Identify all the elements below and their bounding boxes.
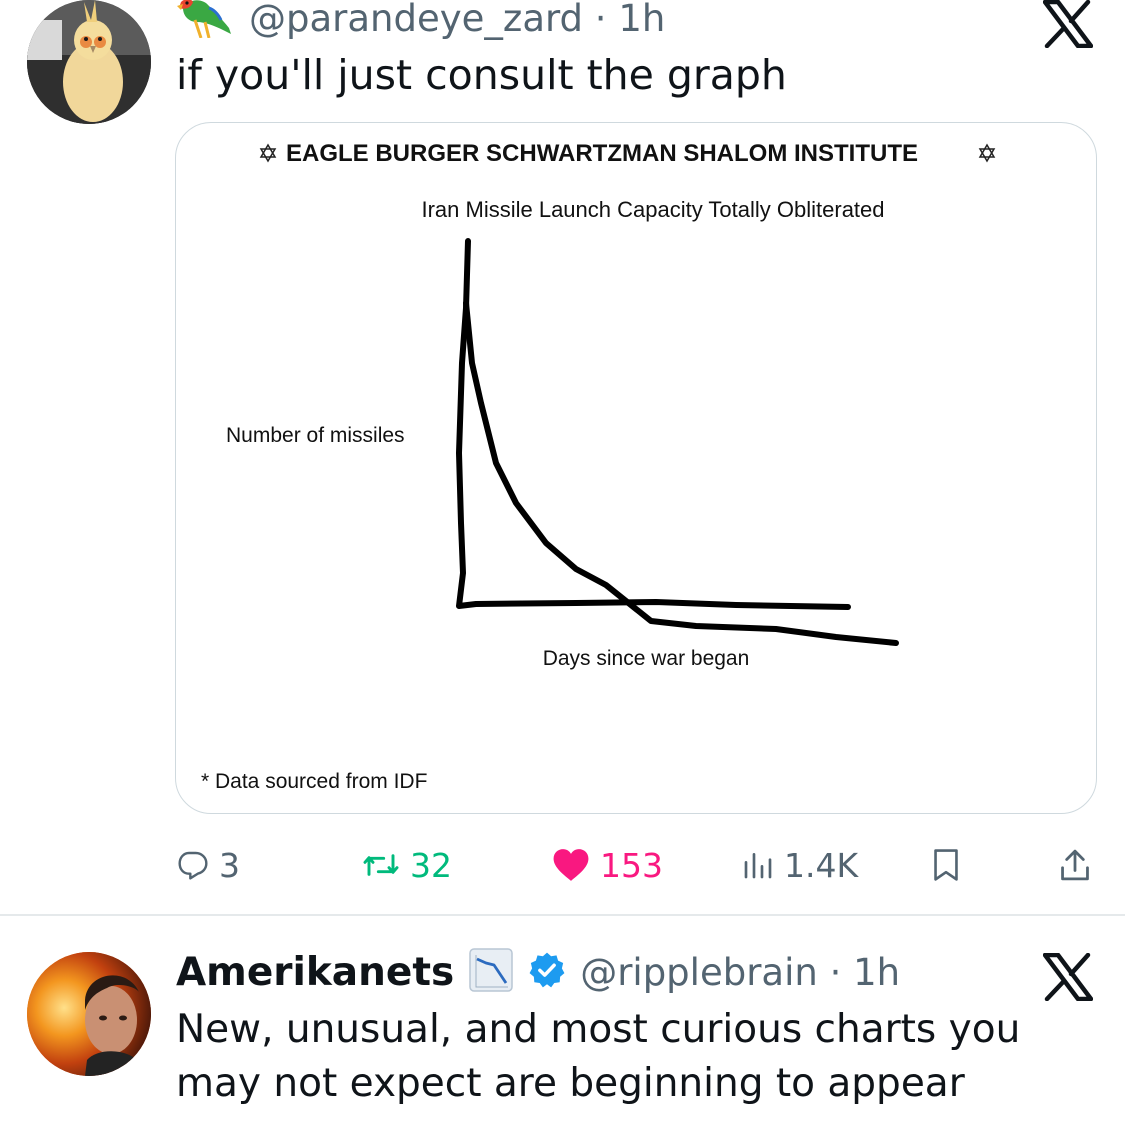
tweet-action-bar: 3 32 153 1.4K: [0, 835, 1125, 895]
views-chart-icon: [744, 853, 772, 879]
tweet-handle[interactable]: @parandeye_zard · 1h: [249, 0, 665, 40]
tweet-text: New, unusual, and most curious charts yo…: [176, 1007, 1021, 1106]
tweet-media-card[interactable]: EAGLE BURGER SCHWARTZMAN SHALOM INSTITUT…: [175, 122, 1097, 814]
reply-button[interactable]: 3: [177, 835, 240, 895]
chart-decreasing-emoji-icon: [468, 947, 514, 997]
star-of-david-icon: [978, 143, 996, 163]
repost-button[interactable]: 32: [362, 835, 452, 895]
bookmark-icon: [934, 849, 958, 881]
star-of-david-icon: [259, 143, 277, 163]
avatar[interactable]: [27, 952, 151, 1076]
share-icon: [1061, 849, 1089, 881]
institute-name: EAGLE BURGER SCHWARTZMAN SHALOM INSTITUT…: [286, 140, 918, 167]
display-name[interactable]: Amerikanets: [176, 950, 454, 995]
reply-count: 3: [219, 845, 240, 885]
share-button[interactable]: [1058, 835, 1092, 895]
repost-count: 32: [410, 845, 452, 885]
graph-image: EAGLE BURGER SCHWARTZMAN SHALOM INSTITUT…: [201, 140, 996, 793]
graph-title: Iran Missile Launch Capacity Totally Obl…: [421, 197, 884, 222]
bookmark-button[interactable]: [930, 835, 962, 895]
tweet-header: @parandeye_zard · 1h: [175, 0, 665, 42]
parrot-emoji-icon: [175, 0, 235, 42]
x-logo-icon: [1042, 952, 1094, 1002]
view-count: 1.4K: [784, 845, 859, 885]
x-axis-label: Days since war began: [543, 647, 750, 670]
views-button[interactable]: 1.4K: [742, 835, 858, 895]
footnote: * Data sourced from IDF: [201, 770, 427, 793]
hand-drawn-curve: [463, 300, 899, 646]
tweet-header: Amerikanets @ripplebrain · 1h: [176, 944, 900, 1000]
reply-icon: [178, 851, 208, 880]
heart-icon: [553, 849, 589, 881]
fiery-portrait-avatar-image: [27, 952, 151, 1076]
hand-drawn-axes: [456, 238, 851, 610]
tweet-divider: [0, 914, 1125, 916]
cockatiel-avatar-image: [27, 0, 151, 124]
y-axis-label: Number of missiles: [226, 424, 405, 447]
tweet-text: if you'll just consult the graph: [176, 51, 787, 99]
avatar[interactable]: [27, 0, 151, 124]
like-count: 153: [600, 845, 663, 885]
repost-icon: [363, 854, 399, 876]
like-button[interactable]: 153: [552, 835, 663, 895]
x-logo-icon: [1042, 0, 1094, 49]
verified-badge-icon: [528, 951, 566, 993]
tweet-handle[interactable]: @ripplebrain · 1h: [580, 951, 900, 994]
